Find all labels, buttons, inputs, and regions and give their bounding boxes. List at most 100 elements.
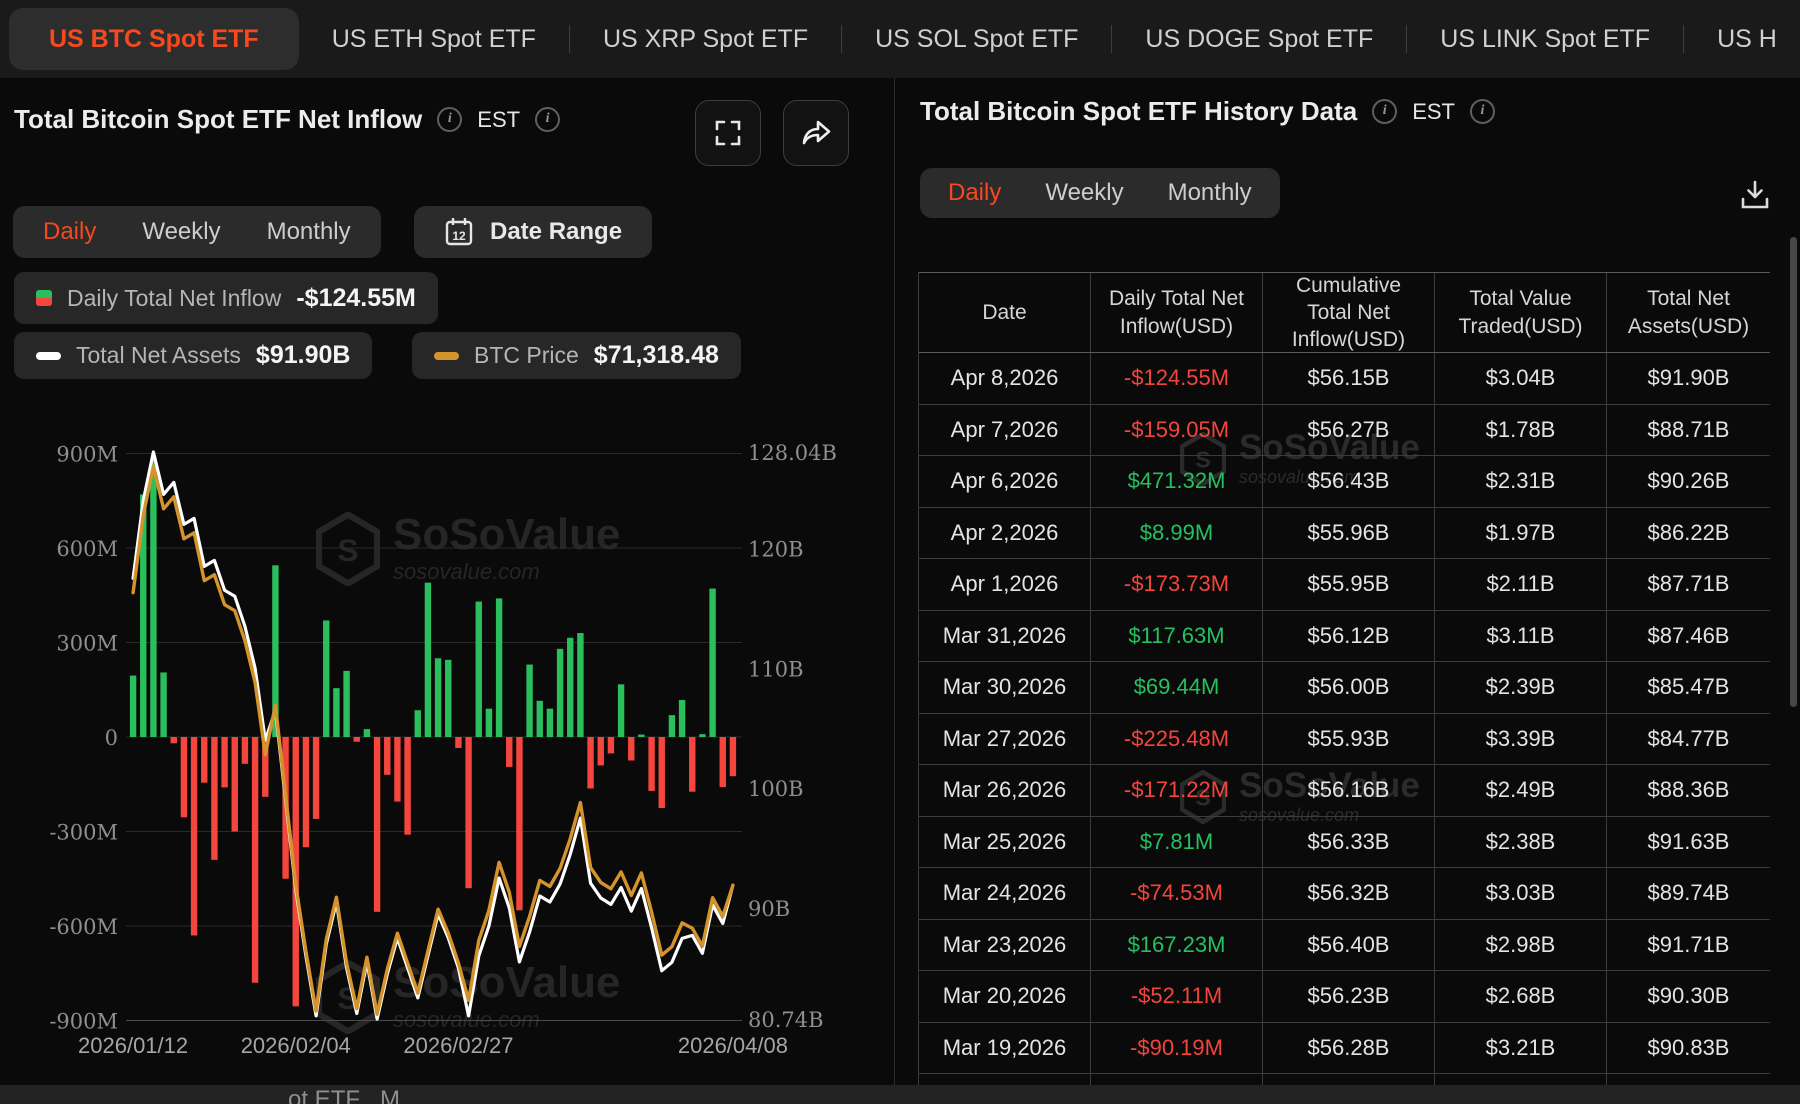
cumulative-inflow-cell: $55.95B	[1263, 559, 1435, 610]
right-panel-header: Total Bitcoin Spot ETF History Data i ES…	[920, 96, 1495, 127]
daily-inflow-cell: $7.81M	[1091, 817, 1263, 868]
period-option-monthly[interactable]: Monthly	[1168, 179, 1252, 207]
y-axis-right-label: 120B	[748, 537, 804, 561]
net-assets-cell: $89.74B	[1607, 868, 1770, 919]
table-row: Mar 20,2026-$52.11M$56.23B$2.68B$90.30B	[918, 971, 1770, 1023]
value-traded-cell: $3.21B	[1435, 1023, 1607, 1074]
inflow-bar	[354, 737, 360, 742]
date-cell: Apr 1,2026	[919, 559, 1091, 610]
net-assets-cell: $92.07B	[1607, 1074, 1770, 1085]
table-row: Apr 6,2026$471.32M$56.43B$2.31B$90.26B	[918, 456, 1770, 508]
info-icon[interactable]: i	[437, 107, 462, 132]
asset-tab-us-link-spot-etf[interactable]: US LINK Spot ETF	[1440, 25, 1650, 54]
x-axis-label: 2026/01/12	[78, 1033, 188, 1058]
inflow-bar	[669, 715, 675, 737]
value-traded-cell: $1.78B	[1435, 405, 1607, 456]
net-assets-cell: $88.71B	[1607, 405, 1770, 456]
period-option-weekly[interactable]: Weekly	[1045, 179, 1123, 207]
cumulative-inflow-cell: $56.23B	[1263, 971, 1435, 1022]
asset-tab-us-xrp-spot-etf[interactable]: US XRP Spot ETF	[603, 25, 808, 54]
value-traded-cell: $2.38B	[1435, 817, 1607, 868]
asset-tab-us-btc-spot-etf[interactable]: US BTC Spot ETF	[9, 8, 299, 70]
period-option-daily[interactable]: Daily	[43, 218, 96, 246]
tab-separator	[569, 25, 570, 53]
daily-inflow-cell: -$173.73M	[1091, 559, 1263, 610]
legend-label: BTC Price	[474, 342, 579, 369]
y-axis-right-label: 128.04B	[748, 441, 837, 465]
net-assets-cell: $90.30B	[1607, 971, 1770, 1022]
info-icon[interactable]: i	[1372, 99, 1397, 124]
cumulative-inflow-cell: $56.27B	[1263, 405, 1435, 456]
net-assets-cell: $87.71B	[1607, 559, 1770, 610]
asset-tab-us-eth-spot-etf[interactable]: US ETH Spot ETF	[332, 25, 536, 54]
inflow-bar	[384, 737, 390, 775]
daily-inflow-cell: -$52.11M	[1091, 971, 1263, 1022]
date-cell: Mar 23,2026	[919, 920, 1091, 971]
legend-daily-net-inflow[interactable]: Daily Total Net Inflow -$124.55M	[14, 272, 438, 324]
watermark-domain: sosovalue.com	[393, 1007, 620, 1033]
table-header-cell: Total Value Traded(USD)	[1435, 273, 1607, 352]
table-row: Mar 27,2026-$225.48M$55.93B$3.39B$84.77B	[918, 714, 1770, 766]
price-line-legend-icon	[434, 352, 459, 360]
chart-title: Total Bitcoin Spot ETF Net Inflow	[14, 104, 422, 135]
period-option-monthly[interactable]: Monthly	[267, 218, 351, 246]
info-icon[interactable]: i	[1470, 99, 1495, 124]
period-option-daily[interactable]: Daily	[948, 179, 1001, 207]
inflow-bar	[394, 737, 400, 802]
y-axis-left-label: -300M	[49, 821, 118, 845]
inflow-bar	[628, 737, 634, 760]
left-panel-header: Total Bitcoin Spot ETF Net Inflow i EST …	[14, 104, 560, 135]
timezone-label: EST	[1412, 99, 1455, 125]
legend-label: Total Net Assets	[76, 342, 241, 369]
x-axis-label: 2026/04/08	[678, 1033, 788, 1058]
date-cell: Apr 8,2026	[919, 353, 1091, 404]
inflow-bar	[262, 737, 268, 797]
value-traded-cell: $2.31B	[1435, 456, 1607, 507]
table-header-row: DateDaily Total Net Inflow(USD)Cumulativ…	[918, 272, 1770, 353]
table-scrollbar[interactable]	[1790, 237, 1797, 707]
inflow-bar	[303, 737, 309, 847]
daily-inflow-cell: $471.32M	[1091, 456, 1263, 507]
daily-inflow-cell: $117.63M	[1091, 611, 1263, 662]
fullscreen-button[interactable]	[695, 100, 761, 166]
inflow-bar	[587, 737, 593, 789]
cumulative-inflow-cell: $56.40B	[1263, 920, 1435, 971]
cumulative-inflow-cell: $55.93B	[1263, 714, 1435, 765]
date-cell: Mar 24,2026	[919, 868, 1091, 919]
y-axis-right-label: 110B	[748, 657, 804, 681]
inflow-bar	[232, 737, 238, 832]
asset-tab-us-sol-spot-etf[interactable]: US SOL Spot ETF	[875, 25, 1078, 54]
inflow-bar	[293, 737, 299, 1006]
date-range-button[interactable]: 12 Date Range	[414, 206, 652, 258]
inflow-bar	[150, 460, 156, 737]
period-selector: Daily Weekly Monthly	[920, 168, 1280, 218]
legend-total-net-assets[interactable]: Total Net Assets $91.90B	[14, 332, 372, 379]
table-row: Mar 23,2026$167.23M$56.40B$2.98B$91.71B	[918, 920, 1770, 972]
value-traded-cell: $3.39B	[1435, 714, 1607, 765]
asset-tab-us-h[interactable]: US H	[1717, 25, 1777, 54]
share-icon	[800, 118, 832, 148]
period-option-weekly[interactable]: Weekly	[142, 218, 220, 246]
inflow-bar	[343, 671, 349, 737]
inflow-bar	[496, 598, 502, 737]
inflow-bar	[140, 494, 146, 737]
y-axis-left-label: 600M	[56, 537, 118, 561]
inflow-bar	[211, 737, 217, 860]
info-icon[interactable]: i	[535, 107, 560, 132]
inflow-bar	[272, 565, 278, 737]
date-cell: Mar 31,2026	[919, 611, 1091, 662]
daily-inflow-cell: -$90.19M	[1091, 1023, 1263, 1074]
legend-btc-price[interactable]: BTC Price $71,318.48	[412, 332, 741, 379]
daily-inflow-cell: $8.99M	[1091, 508, 1263, 559]
table-header-cell: Daily Total Net Inflow(USD)	[1091, 273, 1263, 352]
inflow-bar	[455, 737, 461, 748]
table-header-cell: Total Net Assets(USD)	[1607, 273, 1770, 352]
value-traded-cell: $2.11B	[1435, 559, 1607, 610]
cumulative-inflow-cell: $56.12B	[1263, 611, 1435, 662]
download-button[interactable]	[1732, 172, 1778, 218]
table-row: Mar 18,2026-$163.52M$56.37B$3.46B$92.07B	[918, 1074, 1770, 1085]
share-button[interactable]	[783, 100, 849, 166]
table-row: Apr 8,2026-$124.55M$56.15B$3.04B$91.90B	[918, 353, 1770, 405]
asset-tab-us-doge-spot-etf[interactable]: US DOGE Spot ETF	[1145, 25, 1373, 54]
tab-separator	[1406, 25, 1407, 53]
